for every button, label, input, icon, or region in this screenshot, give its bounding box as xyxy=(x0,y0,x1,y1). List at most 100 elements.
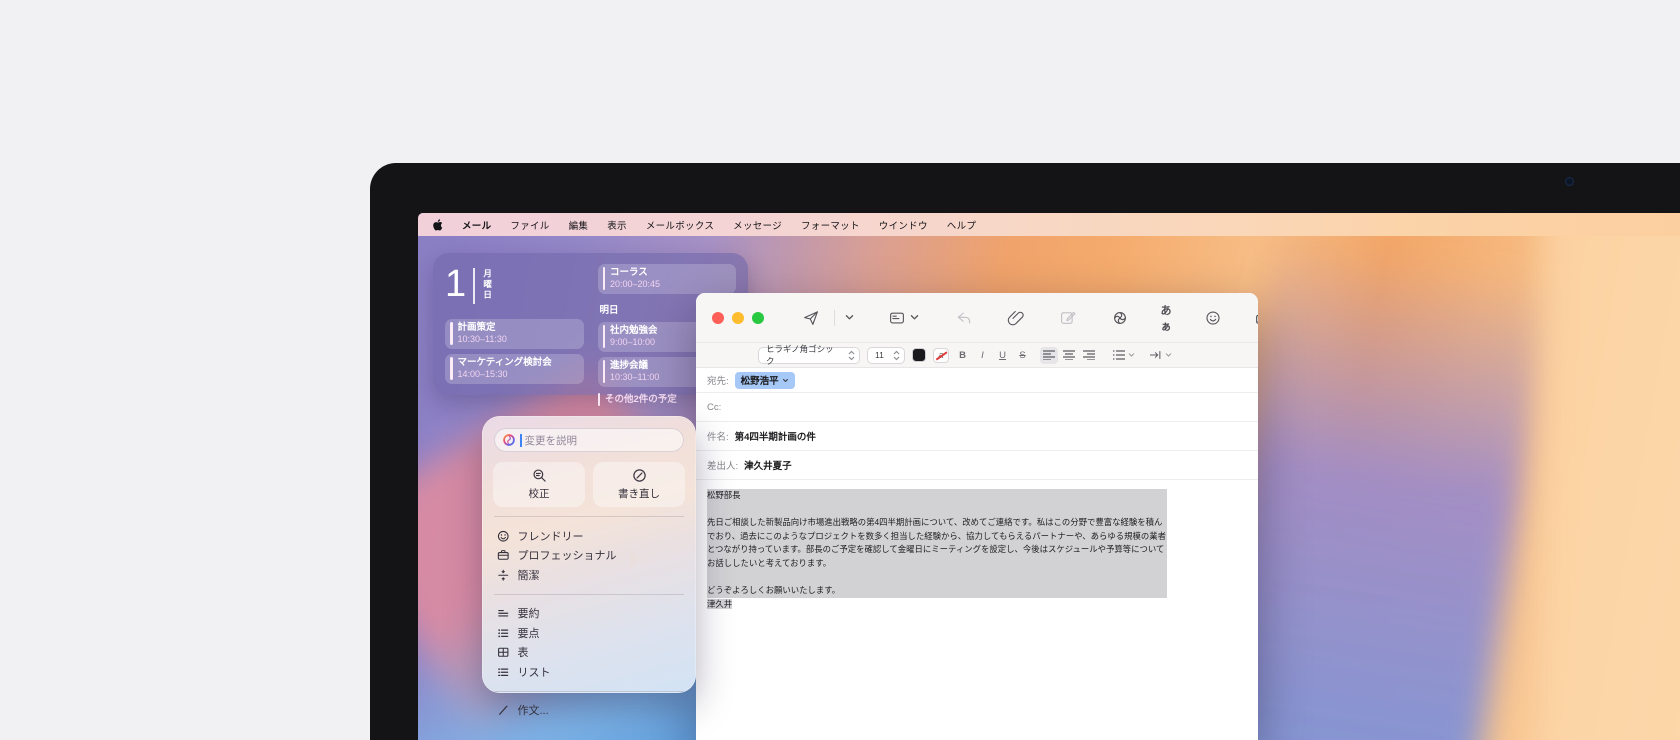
header-fields-icon xyxy=(888,309,906,327)
align-right-button[interactable] xyxy=(1080,347,1098,364)
apple-intelligence-button[interactable] xyxy=(1099,309,1141,327)
format-bar: ヒラギノ角ゴシック 11 a B I U S xyxy=(696,343,1258,368)
menu-item-message[interactable]: メッセージ xyxy=(733,218,782,232)
event-title: 社内勉強会 xyxy=(610,325,658,337)
minimize-button[interactable] xyxy=(732,312,744,324)
style-label: フレンドリー xyxy=(518,528,584,544)
compose-menu-item[interactable]: 作文... xyxy=(482,701,696,721)
menu-item-format[interactable]: フォーマット xyxy=(801,218,860,232)
font-family-value: ヒラギノ角ゴシック xyxy=(766,343,842,367)
style-friendly[interactable]: フレンドリー xyxy=(482,526,696,546)
list-icon xyxy=(497,666,510,679)
photos-icon xyxy=(1254,309,1258,327)
menu-app-name[interactable]: メール xyxy=(462,218,491,232)
event-title: コーラス xyxy=(610,267,660,279)
align-left-button[interactable] xyxy=(1040,347,1058,364)
calendar-event[interactable]: マーケティング検討会 14:00–15:30 xyxy=(445,354,584,384)
list-style-menu[interactable] xyxy=(1113,350,1135,360)
event-accent-bar xyxy=(450,357,453,380)
chevron-down-icon xyxy=(782,378,789,383)
subject-label: 件名: xyxy=(707,429,729,443)
smiley-icon xyxy=(497,530,510,543)
compose-pencil-icon xyxy=(497,704,510,717)
subject-field[interactable]: 件名: 第4四半期計画の件 xyxy=(696,422,1258,451)
transform-table[interactable]: 表 xyxy=(482,643,696,663)
event-time: 14:00–15:30 xyxy=(458,369,552,380)
send-button[interactable] xyxy=(790,309,832,327)
event-accent-bar xyxy=(450,322,453,345)
font-size-value: 11 xyxy=(875,350,887,360)
event-accent-bar xyxy=(598,393,601,406)
italic-button[interactable]: I xyxy=(976,350,989,361)
transform-label: 要点 xyxy=(518,625,540,641)
calendar-event[interactable]: コーラス 20:00–20:45 xyxy=(598,264,737,294)
strikethrough-button[interactable]: S xyxy=(1016,350,1029,361)
from-field[interactable]: 差出人: 津久井夏子 xyxy=(696,451,1258,480)
event-time: 10:30–11:30 xyxy=(458,334,507,345)
wallpaper-peach-band xyxy=(1543,213,1680,740)
calendar-date: 1 xyxy=(445,264,466,304)
menu-item-window[interactable]: ウインドウ xyxy=(879,218,928,232)
transform-list[interactable]: リスト xyxy=(482,662,696,682)
apple-logo-icon xyxy=(433,219,443,231)
to-field[interactable]: 宛先: 松野浩平 xyxy=(696,368,1258,393)
underline-button[interactable]: U xyxy=(996,350,1009,361)
compose-square-pencil-icon xyxy=(1059,309,1077,327)
describe-change-input[interactable]: 変更を説明 xyxy=(494,428,684,452)
proofread-button[interactable]: 校正 xyxy=(493,462,585,507)
reply-button[interactable] xyxy=(943,309,985,327)
header-fields-button[interactable] xyxy=(876,309,931,327)
proofread-magnifier-icon xyxy=(532,468,547,483)
align-center-button[interactable] xyxy=(1060,347,1078,364)
paper-plane-icon xyxy=(802,309,820,327)
emoji-button[interactable] xyxy=(1192,309,1234,327)
zoom-button[interactable] xyxy=(752,312,764,324)
new-message-button[interactable] xyxy=(1047,309,1089,327)
font-family-select[interactable]: ヒラギノ角ゴシック xyxy=(758,347,860,364)
indent-menu[interactable] xyxy=(1150,350,1172,360)
input-placeholder: 変更を説明 xyxy=(525,433,578,448)
menu-item-file[interactable]: ファイル xyxy=(510,218,549,232)
from-label: 差出人: xyxy=(707,458,738,472)
attach-button[interactable] xyxy=(995,309,1037,327)
recipient-chip[interactable]: 松野浩平 xyxy=(735,372,795,389)
apple-menu[interactable] xyxy=(433,219,443,231)
message-body[interactable]: 松野部長 先日ご相談した新製品向け市場進出戦略の第4四半期計画について、改めてご… xyxy=(696,480,1258,620)
photo-browser-button[interactable] xyxy=(1242,309,1258,327)
transform-label: 表 xyxy=(518,644,529,660)
format-button[interactable]: あぁ xyxy=(1149,302,1184,334)
mail-toolbar: あぁ xyxy=(696,293,1258,343)
background-color-button[interactable]: a xyxy=(933,348,949,363)
menu-item-view[interactable]: 表示 xyxy=(607,218,627,232)
text-color-swatch[interactable] xyxy=(912,348,926,362)
menu-item-mailbox[interactable]: メールボックス xyxy=(646,218,714,232)
cc-field[interactable]: Cc: xyxy=(696,393,1258,422)
briefcase-icon xyxy=(497,549,510,562)
transform-summary[interactable]: 要約 xyxy=(482,604,696,624)
bold-button[interactable]: B xyxy=(956,350,969,361)
font-size-select[interactable]: 11 xyxy=(867,347,905,364)
transform-label: リスト xyxy=(518,664,551,680)
menu-item-edit[interactable]: 編集 xyxy=(569,218,589,232)
close-button[interactable] xyxy=(712,312,724,324)
text-cursor xyxy=(520,434,522,447)
desktop-screen: メール ファイル 編集 表示 メールボックス メッセージ フォーマット ウインド… xyxy=(418,213,1680,740)
send-options-chevron[interactable] xyxy=(837,314,866,321)
from-value: 津久井夏子 xyxy=(744,458,792,472)
stepper-icon xyxy=(848,350,855,361)
concise-icon xyxy=(497,569,510,582)
calendar-event[interactable]: 計画策定 10:30–11:30 xyxy=(445,319,584,349)
style-professional[interactable]: プロフェッショナル xyxy=(482,546,696,566)
menu-bar: メール ファイル 編集 表示 メールボックス メッセージ フォーマット ウインド… xyxy=(418,213,1680,236)
menu-item-help[interactable]: ヘルプ xyxy=(947,218,976,232)
emoji-smiley-icon xyxy=(1204,309,1222,327)
camera-dot xyxy=(1565,177,1574,186)
calendar-today-column: 1 月曜日 計画策定 10:30–11:30 マーケティング検討会 14:00–… xyxy=(445,264,584,384)
style-concise[interactable]: 簡潔 xyxy=(482,565,696,585)
rewrite-button[interactable]: 書き直し xyxy=(593,462,685,507)
table-icon xyxy=(497,646,510,659)
apple-intelligence-icon xyxy=(502,433,516,447)
cc-label: Cc: xyxy=(707,402,721,413)
transform-keypoints[interactable]: 要点 xyxy=(482,623,696,643)
event-accent-bar xyxy=(603,325,606,348)
